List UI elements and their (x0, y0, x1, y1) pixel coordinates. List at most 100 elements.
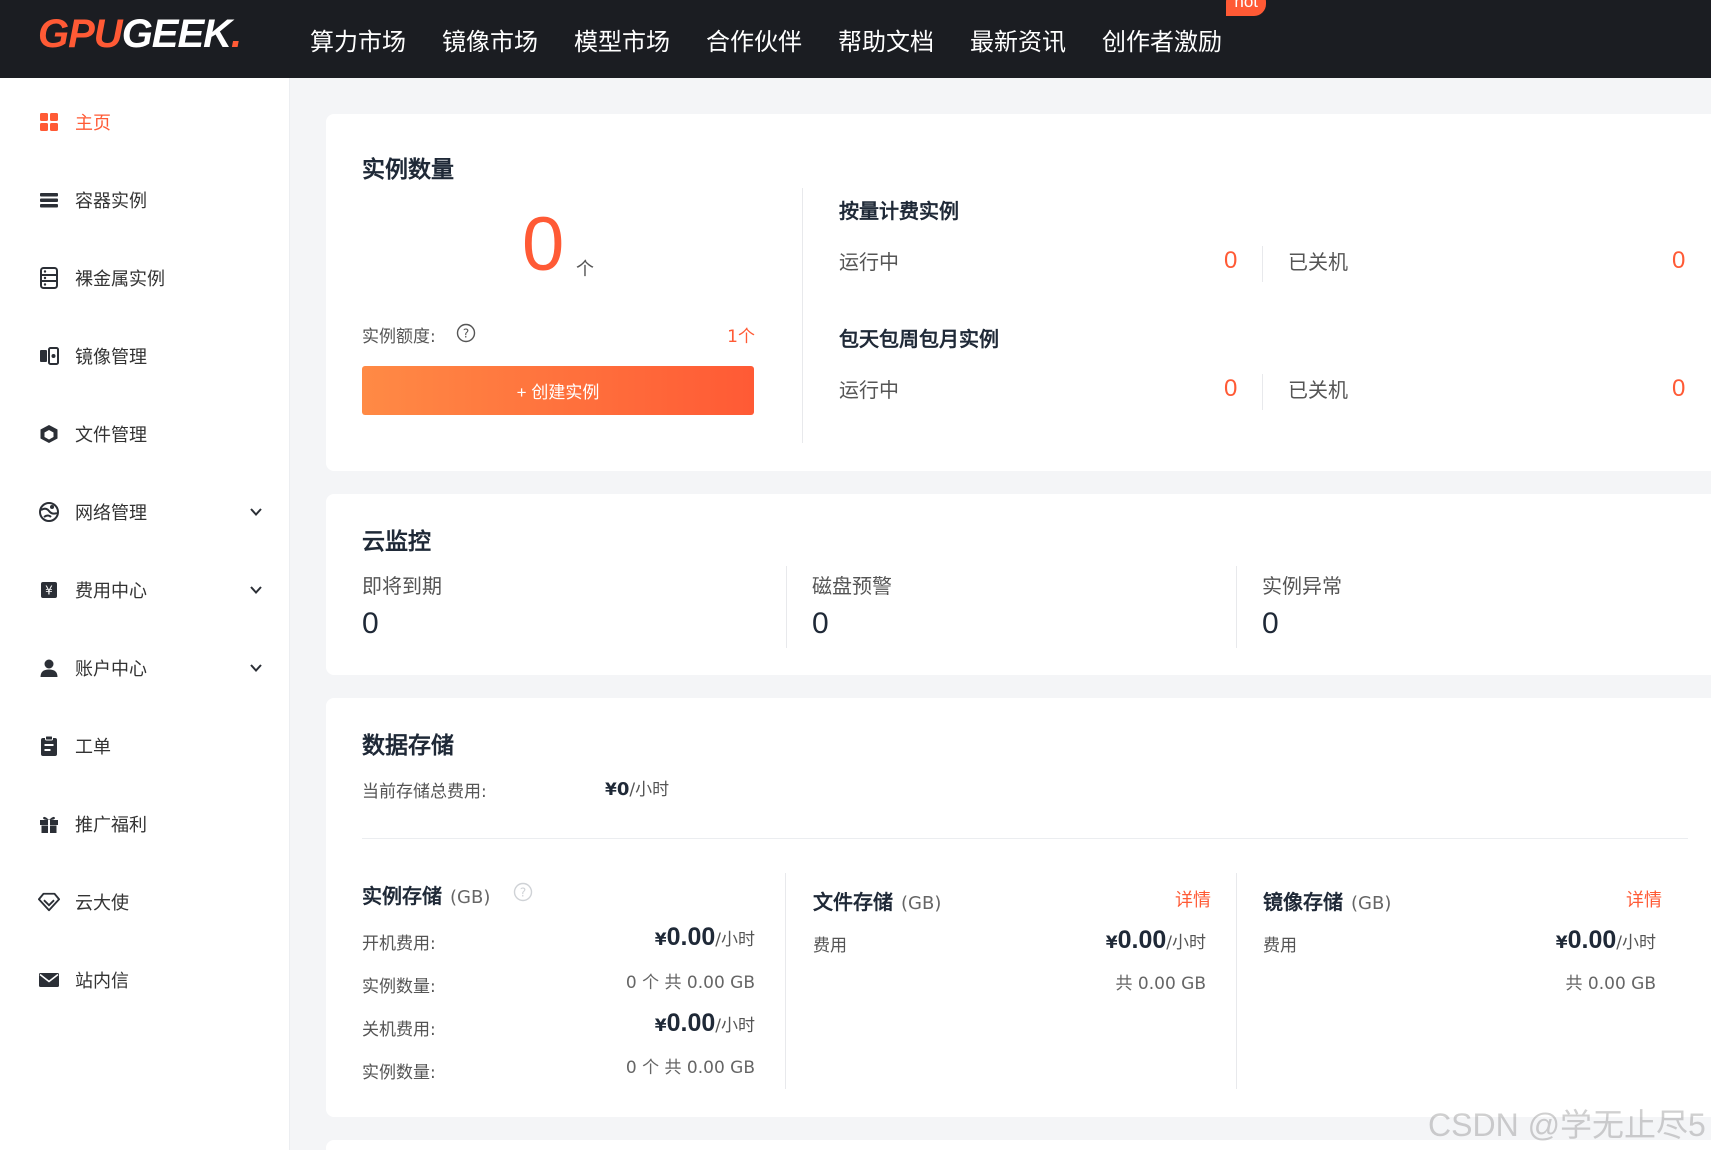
sidebar-item-files[interactable]: 文件管理 (0, 414, 290, 454)
nav-creator-incentive[interactable]: 创作者激励 hot (1102, 0, 1266, 57)
server-icon (38, 267, 60, 289)
instance-error-label: 实例异常 (1262, 574, 1342, 598)
sidebar-item-label: 费用中心 (75, 581, 147, 602)
clipboard-icon (38, 735, 60, 757)
on-fee-value: ¥0.00/小时 (654, 923, 755, 951)
divider (785, 873, 786, 1089)
help-circle-icon[interactable]: ? (513, 882, 533, 902)
sidebar-item-label: 网络管理 (75, 503, 147, 524)
chevron-down-icon[interactable] (248, 582, 264, 598)
image-icon (38, 345, 60, 367)
sidebar-item-label: 工单 (75, 737, 111, 758)
file-fee-label: 费用 (813, 936, 847, 956)
image-storage-title: 镜像存储 (GB) (1263, 890, 1392, 914)
yen-icon: ¥ (38, 579, 60, 601)
nav-model-market[interactable]: 模型市场 (574, 22, 670, 57)
gpugeek-logo[interactable]: GPUGEEK. (38, 14, 242, 54)
sidebar-item-network[interactable]: 网络管理 (0, 492, 290, 532)
subscription-stopped-label: 已关机 (1288, 378, 1348, 402)
subscription-running-value: 0 (1224, 375, 1238, 402)
mail-icon (38, 969, 60, 991)
sidebar-item-home[interactable]: 主页 (0, 102, 290, 142)
divider (1262, 374, 1263, 410)
svg-text:¥: ¥ (45, 584, 53, 598)
sidebar-item-images[interactable]: 镜像管理 (0, 336, 290, 376)
svg-text:?: ? (520, 886, 526, 900)
create-instance-button[interactable]: + 创建实例 (362, 366, 754, 415)
instance-count-title: 实例数量 (362, 157, 454, 183)
on-count-value: 0 个 共 0.00 GB (625, 973, 755, 993)
divider (802, 188, 803, 443)
file-storage-title: 文件存储 (GB) (813, 890, 942, 914)
image-size-value: 共 0.00 GB (1565, 974, 1657, 994)
sidebar-item-messages[interactable]: 站内信 (0, 960, 290, 1000)
instance-count-unit: 个 (576, 259, 594, 280)
chevron-down-icon[interactable] (248, 504, 264, 520)
off-fee-label: 关机费用: (362, 1020, 436, 1040)
globe-icon (38, 501, 60, 523)
file-storage-detail-link[interactable]: 详情 (1175, 886, 1211, 912)
expiring-value[interactable]: 0 (362, 607, 379, 641)
divider (786, 566, 787, 648)
image-storage-detail-link[interactable]: 详情 (1626, 886, 1662, 912)
sidebar: 主页 容器实例 裸金属实例 镜像管理 文件管理 网络管理 ¥ 费用中心 账户中心… (0, 78, 290, 1150)
sidebar-item-tickets[interactable]: 工单 (0, 726, 290, 766)
off-count-value: 0 个 共 0.00 GB (625, 1058, 755, 1078)
file-size-value: 共 0.00 GB (1115, 974, 1207, 994)
sidebar-item-bare-metal[interactable]: 裸金属实例 (0, 258, 290, 298)
hot-badge: hot (1226, 0, 1266, 16)
sidebar-item-containers[interactable]: 容器实例 (0, 180, 290, 220)
user-icon (38, 657, 60, 679)
dashboard-grid-icon (38, 111, 60, 133)
cloud-monitor-card (326, 494, 1711, 675)
nav-image-market[interactable]: 镜像市场 (442, 22, 538, 57)
quota-value: 1个 (727, 327, 755, 347)
payg-stopped-label: 已关机 (1288, 250, 1348, 274)
divider (1262, 246, 1263, 282)
subscription-running-label: 运行中 (839, 378, 899, 402)
payg-title: 按量计费实例 (839, 199, 959, 223)
chevron-down-icon[interactable] (248, 660, 264, 676)
sidebar-item-label: 镜像管理 (75, 347, 147, 368)
svg-text:?: ? (463, 327, 469, 341)
csdn-watermark: CSDN @学无止尽5 (1428, 1107, 1706, 1143)
off-count-label: 实例数量: (362, 1063, 436, 1083)
divider (1236, 566, 1237, 648)
image-fee-value: ¥0.00/小时 (1555, 926, 1656, 954)
sidebar-item-billing[interactable]: ¥ 费用中心 (0, 570, 290, 610)
instance-count-card (326, 114, 1711, 471)
payg-running-value: 0 (1224, 247, 1238, 274)
sidebar-item-account[interactable]: 账户中心 (0, 648, 290, 688)
payg-running-label: 运行中 (839, 250, 899, 274)
sidebar-item-promotions[interactable]: 推广福利 (0, 804, 290, 844)
sidebar-item-ambassador[interactable]: 云大使 (0, 882, 290, 922)
instance-error-value[interactable]: 0 (1262, 607, 1279, 641)
diamond-icon (38, 891, 60, 913)
cloud-monitor-title: 云监控 (362, 529, 431, 555)
divider (1236, 873, 1237, 1089)
subscription-title: 包天包周包月实例 (839, 327, 999, 351)
on-fee-label: 开机费用: (362, 934, 436, 954)
off-fee-value: ¥0.00/小时 (654, 1009, 755, 1037)
nav-partners[interactable]: 合作伙伴 (706, 22, 802, 57)
image-fee-label: 费用 (1263, 936, 1297, 956)
data-storage-card (326, 698, 1711, 1117)
expiring-label: 即将到期 (362, 574, 442, 598)
subscription-stopped-value: 0 (1672, 375, 1686, 402)
file-fee-value: ¥0.00/小时 (1105, 926, 1206, 954)
storage-total-fee: ¥0/小时 (605, 779, 670, 800)
instance-storage-title: 实例存储 (GB) (362, 884, 491, 908)
nav-help-docs[interactable]: 帮助文档 (838, 22, 934, 57)
sidebar-item-label: 站内信 (75, 971, 129, 992)
payg-stopped-value: 0 (1672, 247, 1686, 274)
sidebar-item-label: 账户中心 (75, 659, 147, 680)
help-circle-icon[interactable]: ? (456, 323, 476, 343)
disk-warning-label: 磁盘预警 (812, 574, 892, 598)
nav-news[interactable]: 最新资讯 (970, 22, 1066, 57)
nav-compute-market[interactable]: 算力市场 (310, 22, 406, 57)
disk-warning-value[interactable]: 0 (812, 607, 829, 641)
quota-label: 实例额度: (362, 327, 436, 347)
sidebar-item-label: 容器实例 (75, 191, 147, 212)
divider (362, 838, 1688, 839)
sidebar-item-label: 主页 (75, 113, 111, 134)
